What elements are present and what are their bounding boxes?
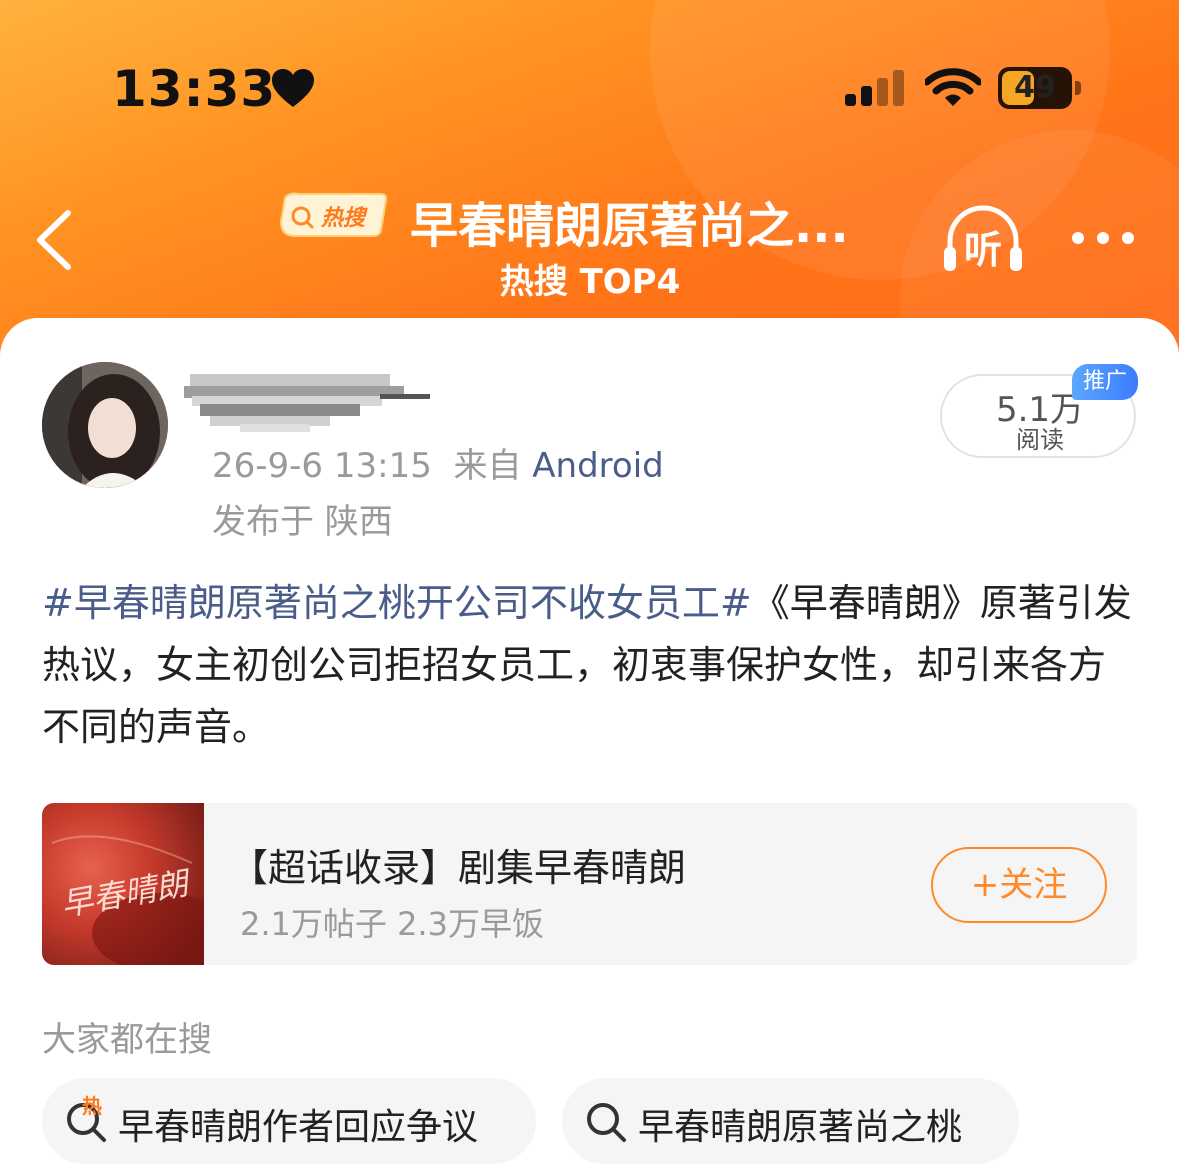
hot-search-badge-label: 热搜: [321, 206, 366, 231]
battery-icon: 49: [998, 67, 1072, 109]
more-options-icon[interactable]: [1068, 228, 1138, 248]
post-meta: 26-9-6 13:15 来自 Android: [212, 438, 664, 487]
post-body: #早春晴朗原著尚之桃开公司不收女员工#《早春晴朗》原著引发热议，女主初创公司拒招…: [42, 572, 1137, 758]
hot-badge: 热: [82, 1094, 102, 1118]
battery-cap: [1075, 81, 1081, 95]
related-search-label: 早春晴朗作者回应争议: [118, 1107, 479, 1148]
read-count-label: 阅读: [1016, 426, 1064, 454]
promoted-tag: 推广: [1072, 364, 1138, 400]
post-location: 发布于 陕西: [212, 502, 393, 542]
hashtag-link[interactable]: #早春晴朗原著尚之桃开公司不收女员工#: [42, 581, 752, 625]
topic-title: 【超话收录】剧集早春晴朗: [230, 846, 687, 890]
follow-button[interactable]: +关注: [931, 847, 1107, 923]
related-search-label: 早春晴朗原著尚之桃: [638, 1107, 963, 1148]
heart-icon: [272, 69, 314, 107]
post-timestamp: 26-9-6 13:15: [212, 446, 432, 486]
search-icon: [587, 1103, 626, 1142]
hot-search-badge: 热搜: [277, 190, 389, 240]
related-search-chip[interactable]: 热 早春晴朗作者回应争议: [42, 1078, 536, 1164]
super-topic-card[interactable]: 早春晴朗 【超话收录】剧集早春晴朗 2.1万帖子 2.3万早饭 +关注: [42, 803, 1137, 965]
related-search-chip[interactable]: 早春晴朗原著尚之桃: [562, 1078, 1019, 1164]
topic-thumbnail: 早春晴朗: [42, 803, 204, 965]
page-title: 早春晴朗原著尚之...: [410, 198, 849, 254]
battery-indicator: 49: [998, 67, 1082, 109]
avatar[interactable]: [42, 362, 168, 488]
status-time: 13:33: [112, 60, 277, 118]
source-prefix: 来自: [453, 446, 522, 486]
topic-stats: 2.1万帖子 2.3万早饭: [240, 905, 544, 943]
related-searches-heading: 大家都在搜: [42, 1020, 212, 1060]
avatar-image: [42, 362, 168, 488]
wifi-icon: [925, 68, 981, 106]
battery-level: 49: [1014, 70, 1056, 105]
post-source-link[interactable]: Android: [532, 446, 663, 486]
listen-button[interactable]: 听: [940, 205, 1026, 275]
cellular-signal-icon: [845, 70, 904, 106]
page-subtitle: 热搜 TOP4: [499, 262, 681, 302]
redacted-username: [184, 374, 430, 432]
listen-label: 听: [963, 228, 1002, 272]
back-arrow-icon[interactable]: [30, 205, 80, 275]
header-banner: [0, 0, 1179, 360]
